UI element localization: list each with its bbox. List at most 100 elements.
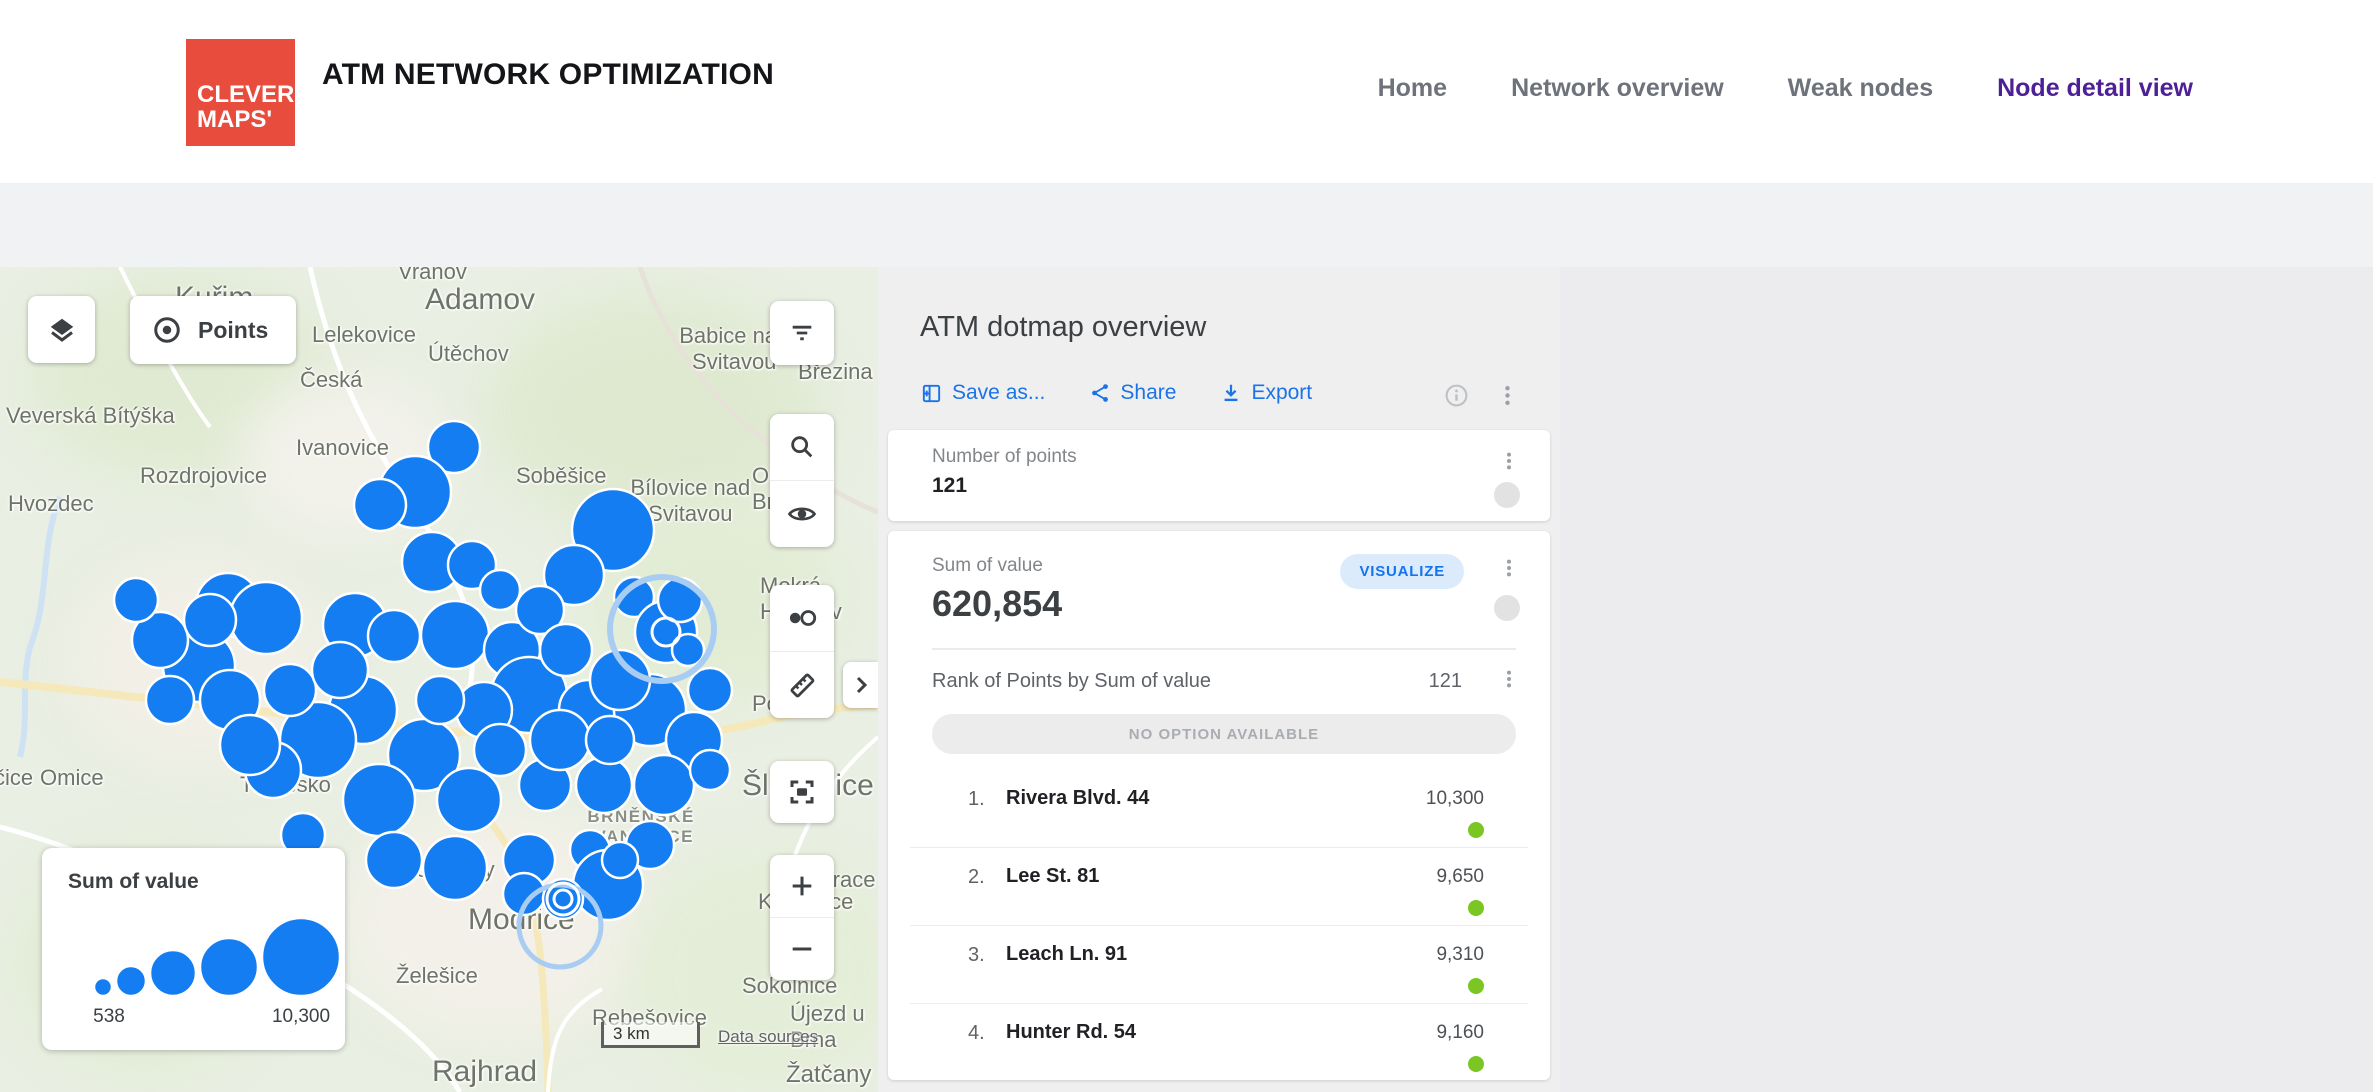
logo-line1: CLEVER° — [197, 82, 295, 107]
page-background — [1560, 267, 2373, 1092]
kebab-menu-icon[interactable] — [1498, 668, 1520, 690]
nav-item-home[interactable]: Home — [1378, 74, 1447, 103]
visualize-chip[interactable]: VISUALIZE — [1340, 554, 1464, 589]
legend-bubble — [116, 966, 146, 996]
status-green-dot — [1468, 1056, 1484, 1072]
rank-item-value: 9,650 — [1436, 866, 1484, 888]
info-icon[interactable] — [1444, 383, 1469, 408]
map-bubble[interactable] — [690, 750, 730, 790]
map-bubble[interactable] — [312, 642, 368, 698]
rank-item-value: 9,310 — [1436, 944, 1484, 966]
no-option-available-button[interactable]: NO OPTION AVAILABLE — [932, 714, 1516, 754]
sum-of-value-card: Sum of value VISUALIZE 620,854 Rank of P… — [888, 531, 1550, 1080]
map-bubble[interactable] — [602, 842, 638, 878]
save-as-button[interactable]: Save as... — [920, 381, 1045, 405]
map-bubble[interactable] — [421, 601, 489, 669]
legend-bubble — [262, 918, 340, 996]
legend-min-value: 538 — [93, 1006, 125, 1028]
panel-title: ATM dotmap overview — [920, 311, 1206, 344]
legend-max-value: 10,300 — [272, 1006, 330, 1028]
filter-button[interactable] — [770, 301, 834, 365]
map-bubble[interactable] — [184, 594, 236, 646]
panel-actions: Save as... Share Export — [920, 381, 1312, 405]
kebab-menu-icon[interactable] — [1498, 557, 1520, 579]
map-bubble[interactable] — [576, 757, 632, 813]
layers-button[interactable] — [28, 296, 95, 363]
panel-collapse-handle[interactable] — [843, 662, 878, 708]
map-bubble[interactable] — [540, 624, 592, 676]
nav-item-network-overview[interactable]: Network overview — [1511, 74, 1724, 103]
clevermaps-logo: CLEVER° MAPS' — [186, 39, 295, 146]
map-bubble[interactable] — [220, 715, 280, 775]
map-bubble[interactable] — [366, 832, 422, 888]
map-bubble[interactable] — [264, 664, 316, 716]
share-button[interactable]: Share — [1089, 381, 1176, 405]
kebab-menu-icon[interactable] — [1498, 450, 1520, 472]
map-bubble[interactable] — [634, 755, 694, 815]
search-icon — [788, 433, 816, 461]
map-bubble[interactable] — [368, 610, 420, 662]
app-title: ATM NETWORK OPTIMIZATION — [322, 58, 774, 92]
zoom-group — [770, 855, 834, 980]
map-bubble[interactable] — [480, 570, 520, 610]
dotmap-measure-group — [770, 585, 834, 718]
rank-number: 2. — [968, 866, 985, 889]
rank-list-item[interactable]: 3.Leach Ln. 919,310 — [910, 925, 1528, 1003]
filter-icon — [788, 319, 816, 347]
rank-item-name: Hunter Rd. 54 — [1006, 1021, 1136, 1044]
data-sources-link[interactable]: Data sources — [718, 1027, 818, 1047]
search-button[interactable] — [770, 414, 834, 480]
rank-list-item[interactable]: 1.Rivera Blvd. 4410,300 — [888, 770, 1550, 847]
divider — [932, 648, 1516, 650]
dot-circle-icon — [787, 603, 817, 633]
zoom-in-button[interactable] — [770, 855, 834, 917]
rank-item-value: 9,160 — [1436, 1022, 1484, 1044]
zoom-out-button[interactable] — [770, 917, 834, 980]
map-bubble[interactable] — [354, 479, 406, 531]
rank-list: 1.Rivera Blvd. 4410,3002.Lee St. 819,650… — [888, 770, 1550, 1081]
map-bubble[interactable] — [423, 836, 487, 900]
logo-line2: MAPS' — [197, 107, 295, 132]
rank-list-item[interactable]: 4. Hunter Rd. 54 9,160 — [910, 1003, 1528, 1081]
indicator-dot[interactable] — [1494, 482, 1520, 508]
rank-number: 4. — [968, 1022, 985, 1045]
indicator-dot[interactable] — [1494, 595, 1520, 621]
kebab-menu-icon[interactable] — [1495, 383, 1520, 408]
map-bubble[interactable] — [114, 578, 158, 622]
points-button-label: Points — [198, 317, 268, 344]
status-green-dot — [1468, 822, 1484, 838]
visibility-button[interactable] — [770, 480, 834, 547]
rank-number: 3. — [968, 944, 985, 967]
map-bubble[interactable] — [437, 768, 501, 832]
dot-size-button[interactable] — [770, 585, 834, 651]
map-bubble[interactable] — [530, 710, 590, 770]
share-label: Share — [1120, 381, 1176, 405]
nav-item-weak-nodes[interactable]: Weak nodes — [1788, 74, 1933, 103]
fit-map-button[interactable] — [770, 761, 834, 823]
map-bubble[interactable] — [658, 578, 702, 622]
number-of-points-card: Number of points 121 — [888, 430, 1550, 521]
map-bubble[interactable] — [474, 724, 526, 776]
points-layer-button[interactable]: Points — [130, 296, 296, 364]
map-bubble[interactable] — [343, 764, 415, 836]
export-button[interactable]: Export — [1220, 381, 1312, 405]
rank-list-item[interactable]: 2.Lee St. 819,650 — [910, 847, 1528, 925]
legend-bubble — [150, 950, 196, 996]
map-bubble[interactable] — [416, 676, 464, 724]
ruler-icon — [787, 670, 817, 700]
map-canvas[interactable]: VranovKuřimAdamovLelekoviceÚtěchovBabice… — [0, 267, 878, 1092]
export-icon — [1220, 382, 1242, 404]
map-bubble[interactable] — [146, 676, 194, 724]
measure-button[interactable] — [770, 651, 834, 718]
nav-item-node-detail-view[interactable]: Node detail view — [1997, 74, 2193, 103]
eye-icon — [787, 499, 817, 529]
center-map-icon — [787, 777, 817, 807]
map-bubble[interactable] — [688, 668, 732, 712]
save-as-icon — [920, 382, 943, 405]
minus-icon — [788, 935, 816, 963]
map-bubble[interactable] — [230, 582, 302, 654]
main-nav: Home Network overview Weak nodes Node detai… — [1378, 74, 2193, 103]
export-label: Export — [1251, 381, 1312, 405]
map-bubble[interactable] — [586, 716, 634, 764]
scale-label: 3 km — [613, 1024, 650, 1043]
